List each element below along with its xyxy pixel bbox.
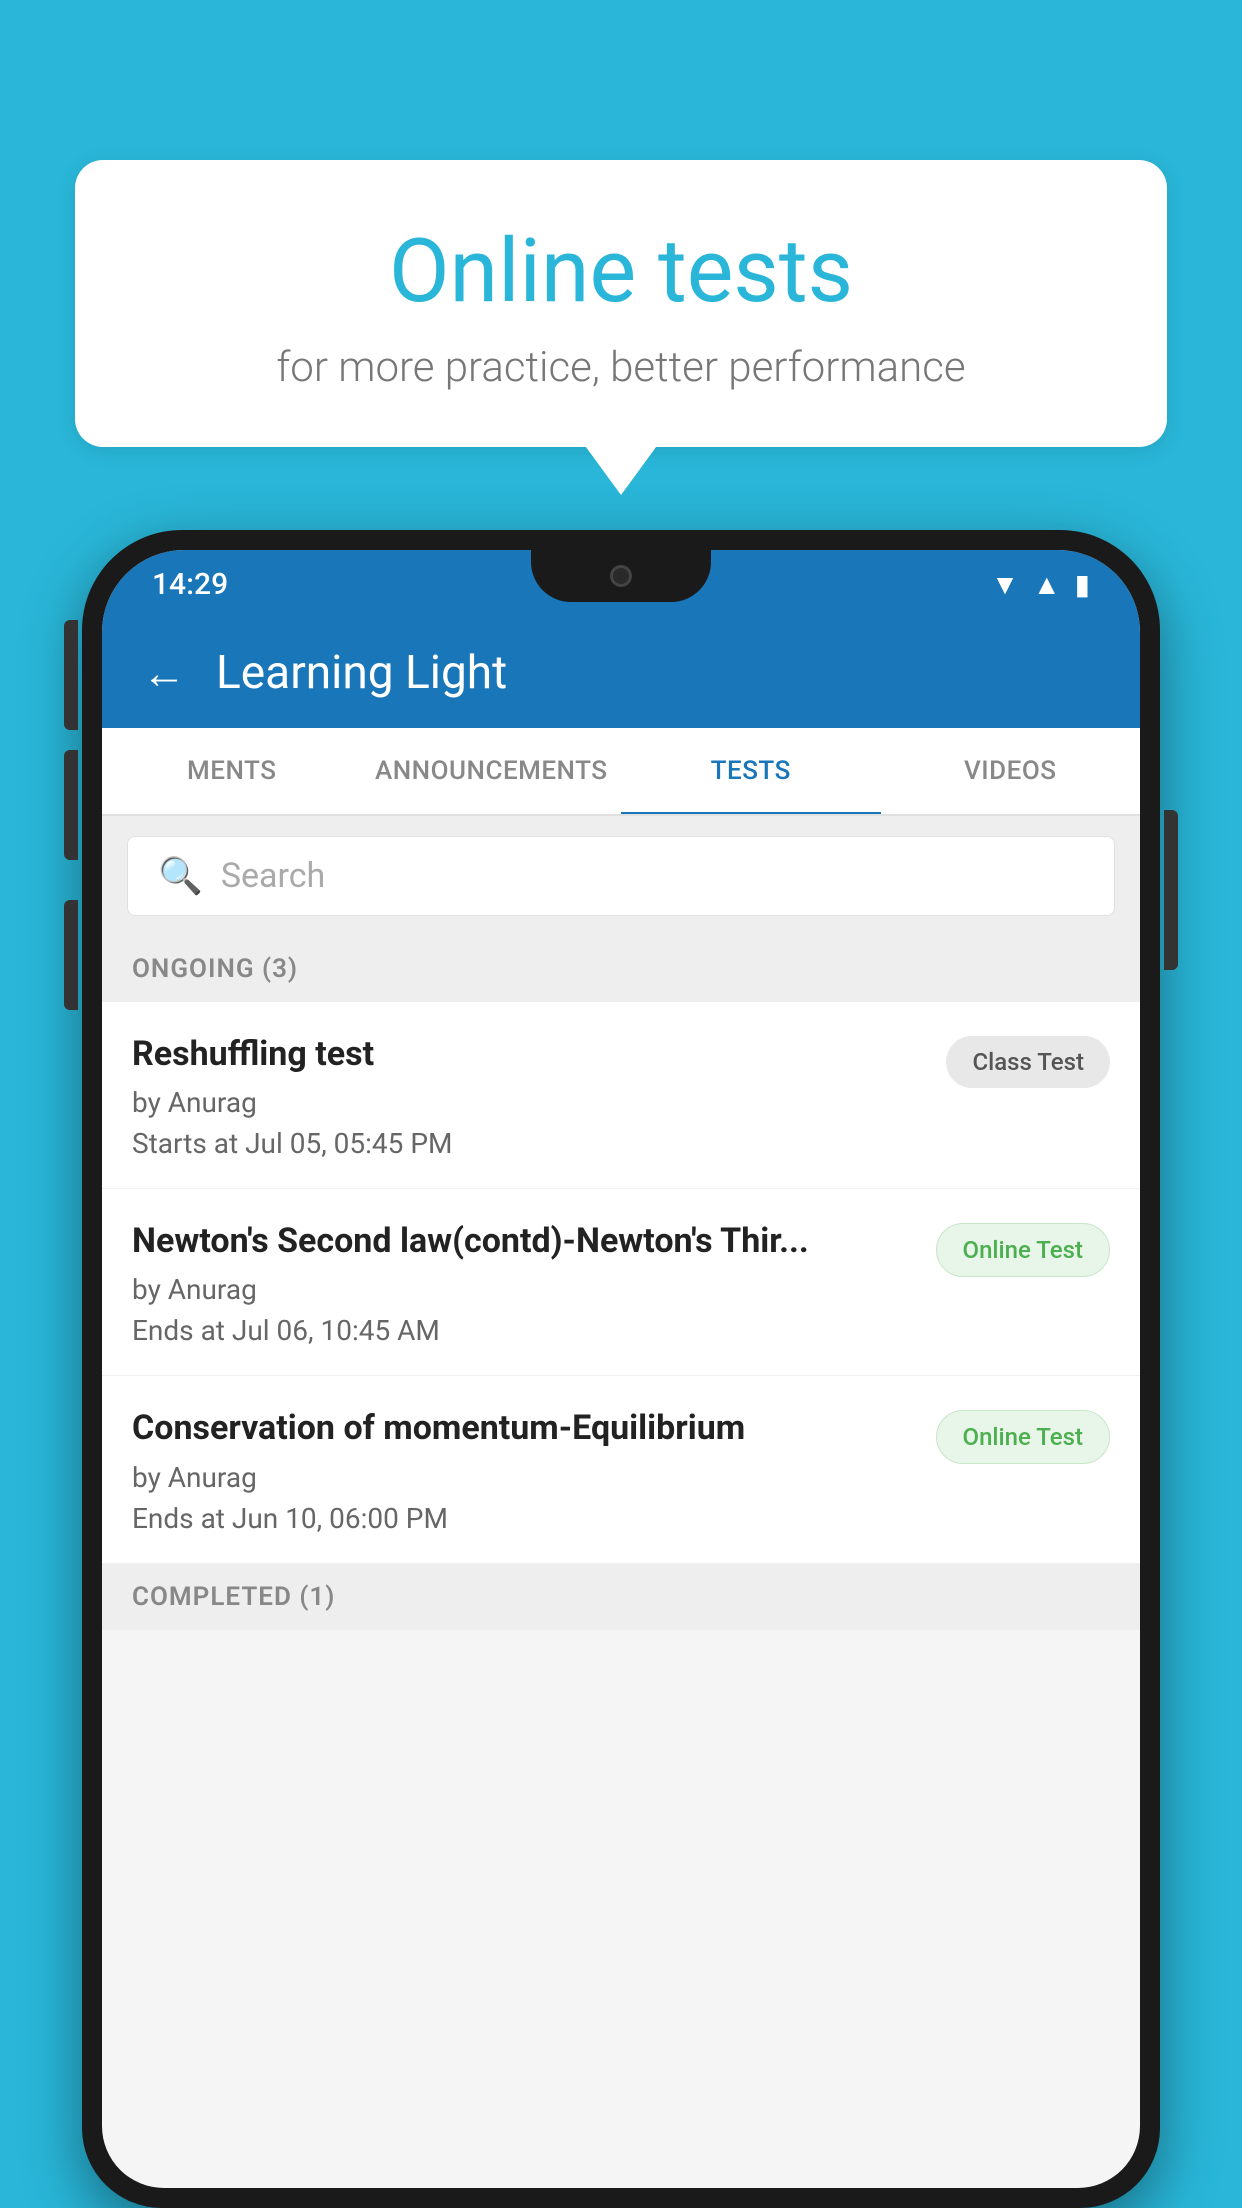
test-date: Starts at Jul 05, 05:45 PM	[132, 1127, 926, 1160]
test-title: Conservation of momentum-Equilibrium	[132, 1406, 916, 1450]
battery-icon: ▮	[1075, 568, 1090, 601]
phone-notch	[531, 550, 711, 602]
search-bar[interactable]: 🔍 Search	[127, 836, 1115, 916]
test-item[interactable]: Reshuffling test by Anurag Starts at Jul…	[102, 1002, 1140, 1189]
tab-announcements[interactable]: ANNOUNCEMENTS	[362, 728, 622, 814]
test-item[interactable]: Conservation of momentum-Equilibrium by …	[102, 1376, 1140, 1563]
completed-section-header: COMPLETED (1)	[102, 1564, 1140, 1630]
bubble-title: Online tests	[125, 220, 1117, 323]
test-info: Conservation of momentum-Equilibrium by …	[132, 1406, 916, 1534]
tab-tests[interactable]: TESTS	[621, 728, 881, 814]
test-item[interactable]: Newton's Second law(contd)-Newton's Thir…	[102, 1189, 1140, 1376]
back-button[interactable]: ←	[142, 647, 186, 699]
test-title: Reshuffling test	[132, 1032, 926, 1076]
bubble-subtitle: for more practice, better performance	[125, 343, 1117, 392]
test-date: Ends at Jun 10, 06:00 PM	[132, 1502, 916, 1535]
online-test-badge-2: Online Test	[936, 1410, 1110, 1464]
test-title: Newton's Second law(contd)-Newton's Thir…	[132, 1219, 916, 1263]
tabs-container: MENTS ANNOUNCEMENTS TESTS VIDEOS	[102, 728, 1140, 816]
search-container: 🔍 Search	[102, 816, 1140, 936]
search-placeholder: Search	[221, 856, 325, 896]
search-icon: 🔍	[158, 855, 203, 897]
signal-icon: ▲	[1033, 568, 1061, 601]
phone-screen: 14:29 ▼ ▲ ▮ ← Learning Light MENTS ANNOU…	[102, 550, 1140, 2188]
test-info: Reshuffling test by Anurag Starts at Jul…	[132, 1032, 926, 1160]
test-author: by Anurag	[132, 1273, 916, 1306]
app-bar: ← Learning Light	[102, 618, 1140, 728]
speech-bubble-container: Online tests for more practice, better p…	[75, 160, 1167, 447]
class-test-badge: Class Test	[946, 1036, 1110, 1088]
test-date: Ends at Jul 06, 10:45 AM	[132, 1314, 916, 1347]
status-icons: ▼ ▲ ▮	[991, 568, 1090, 601]
tab-videos[interactable]: VIDEOS	[881, 728, 1141, 814]
status-time: 14:29	[152, 567, 228, 602]
app-bar-title: Learning Light	[216, 646, 507, 700]
test-info: Newton's Second law(contd)-Newton's Thir…	[132, 1219, 916, 1347]
speech-bubble: Online tests for more practice, better p…	[75, 160, 1167, 447]
notch-camera	[610, 565, 632, 587]
tab-ments[interactable]: MENTS	[102, 728, 362, 814]
test-author: by Anurag	[132, 1086, 926, 1119]
online-test-badge: Online Test	[936, 1223, 1110, 1277]
ongoing-section-header: ONGOING (3)	[102, 936, 1140, 1002]
test-list: Reshuffling test by Anurag Starts at Jul…	[102, 1002, 1140, 1564]
test-author: by Anurag	[132, 1461, 916, 1494]
phone-wrapper: 14:29 ▼ ▲ ▮ ← Learning Light MENTS ANNOU…	[82, 530, 1160, 2208]
wifi-icon: ▼	[991, 568, 1019, 601]
phone-outer: 14:29 ▼ ▲ ▮ ← Learning Light MENTS ANNOU…	[82, 530, 1160, 2208]
